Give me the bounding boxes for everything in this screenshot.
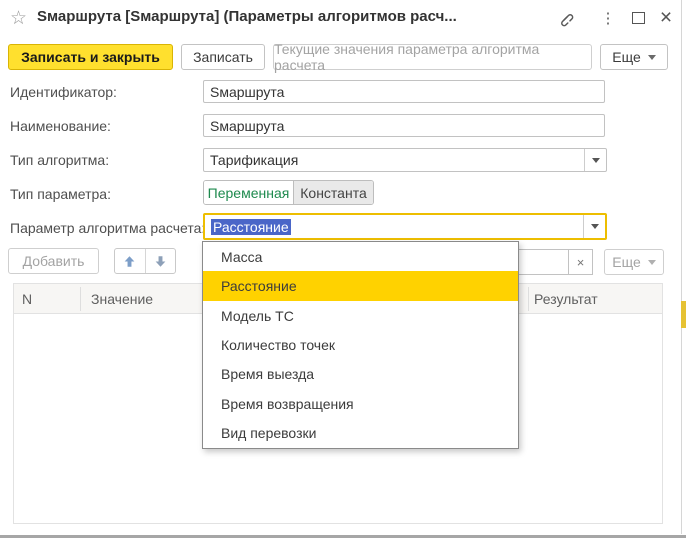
down-arrow-icon: [155, 255, 166, 267]
close-icon[interactable]: ×: [654, 6, 678, 30]
up-arrow-icon: [124, 255, 135, 267]
dropdown-arrow-icon[interactable]: [583, 215, 605, 238]
favorite-star-icon[interactable]: ☆: [10, 7, 27, 30]
parameter-dropdown-list: Масса Расстояние Модель ТС Количество то…: [202, 241, 519, 449]
window-title: Sмаршрута [Sмаршрута] (Параметры алгорит…: [37, 8, 457, 25]
name-label: Наименование:: [10, 118, 111, 134]
dropdown-item-kolichestvo-tochek[interactable]: Количество точек: [203, 330, 518, 359]
chevron-down-icon: [647, 54, 656, 60]
app-window: ☆ Sмаршрута [Sмаршрута] (Параметры алгор…: [0, 0, 686, 540]
move-down-button[interactable]: [144, 249, 176, 273]
column-divider: [80, 287, 81, 311]
more-button-label: Еще: [612, 254, 641, 270]
dropdown-item-vremya-vyezda[interactable]: Время выезда: [203, 360, 518, 389]
more-button-top[interactable]: Еще: [600, 44, 668, 70]
dropdown-item-model-ts[interactable]: Модель ТС: [203, 301, 518, 330]
algorithm-parameter-label: Параметр алгоритма расчета:: [10, 220, 206, 236]
save-button[interactable]: Записать: [181, 44, 265, 70]
name-field[interactable]: [203, 114, 605, 137]
column-header-value[interactable]: Значение: [91, 284, 153, 314]
reorder-buttons: [114, 248, 176, 274]
algorithm-parameter-combo[interactable]: Расстояние: [203, 213, 607, 240]
toggle-option-variable[interactable]: Переменная: [204, 181, 294, 204]
title-bar: ☆ Sмаршрута [Sмаршрута] (Параметры алгор…: [0, 0, 686, 38]
identifier-field[interactable]: [203, 80, 605, 103]
link-icon[interactable]: [553, 6, 577, 30]
current-values-button[interactable]: Текущие значения параметра алгоритма рас…: [273, 41, 592, 73]
dropdown-arrow-icon[interactable]: [584, 149, 606, 171]
maximize-icon[interactable]: [626, 6, 650, 30]
identifier-label: Идентификатор:: [10, 84, 117, 100]
clear-search-icon[interactable]: ×: [568, 249, 593, 275]
dropdown-item-rasstoyanie[interactable]: Расстояние: [203, 271, 518, 301]
save-and-close-button[interactable]: Записать и закрыть: [8, 44, 173, 70]
column-header-result[interactable]: Результат: [534, 284, 598, 314]
algorithm-parameter-value: Расстояние: [211, 218, 291, 235]
add-button[interactable]: Добавить: [8, 248, 99, 274]
more-button-table[interactable]: Еще: [604, 249, 664, 275]
scroll-position-marker: [681, 301, 686, 328]
algorithm-type-combo[interactable]: Тарификация: [203, 148, 607, 172]
move-up-button[interactable]: [115, 249, 145, 273]
dropdown-item-massa[interactable]: Масса: [203, 242, 518, 271]
column-divider: [528, 287, 529, 311]
algorithm-type-label: Тип алгоритма:: [10, 152, 110, 168]
window-bottom-border: [0, 535, 686, 538]
parameter-type-label: Тип параметра:: [10, 186, 111, 202]
window-right-border: [681, 0, 682, 534]
algorithm-type-value: Тарификация: [210, 152, 299, 168]
parameter-type-toggle: Переменная Константа: [203, 180, 374, 205]
toggle-option-constant[interactable]: Константа: [294, 181, 373, 204]
kebab-menu-icon[interactable]: ⋮: [596, 6, 620, 30]
dropdown-item-vremya-vozvrashcheniya[interactable]: Время возвращения: [203, 389, 518, 418]
more-button-label: Еще: [612, 49, 641, 65]
dropdown-item-vid-perevozki[interactable]: Вид перевозки: [203, 419, 518, 448]
chevron-down-icon: [647, 259, 656, 265]
column-header-n[interactable]: N: [22, 284, 32, 314]
